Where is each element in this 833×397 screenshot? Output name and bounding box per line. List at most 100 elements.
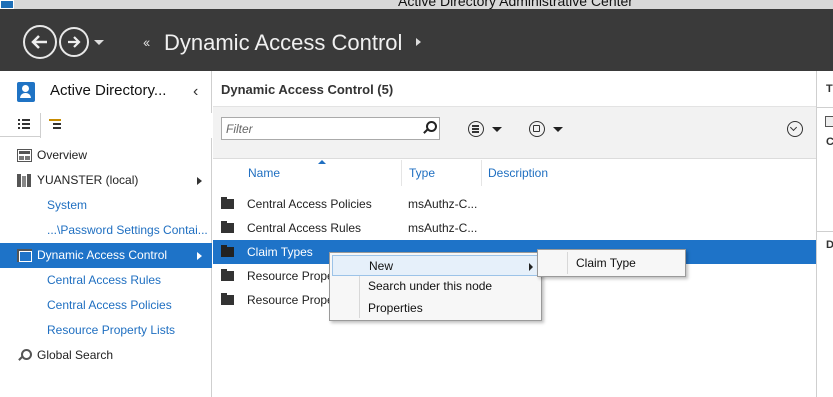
nav-item-label: Overview bbox=[37, 148, 88, 162]
search-icon bbox=[17, 349, 32, 362]
menu-item-label: New bbox=[369, 259, 394, 273]
title-bar: Active Directory Administrative Center bbox=[0, 0, 833, 9]
list-options-icon bbox=[468, 121, 484, 137]
item-type: msAuthz-C... bbox=[408, 221, 478, 235]
menu-item-label: Claim Type bbox=[576, 256, 636, 270]
collapse-pane-icon[interactable]: ‹ bbox=[193, 83, 198, 101]
save-query-button[interactable] bbox=[529, 121, 569, 137]
history-dropdown-icon[interactable] bbox=[94, 40, 104, 45]
nav-item-global-search[interactable]: Global Search bbox=[0, 343, 212, 368]
item-name: Central Access Rules bbox=[247, 221, 362, 235]
column-header-row: Name Type Description bbox=[213, 160, 816, 188]
filter-box bbox=[221, 117, 440, 140]
window-title: Active Directory Administrative Center bbox=[398, 0, 633, 9]
filter-input[interactable] bbox=[223, 119, 413, 138]
menu-item-label: Search under this node bbox=[368, 279, 493, 293]
breadcrumb-back-icon[interactable]: ‹‹ bbox=[143, 34, 150, 50]
context-menu-item-new[interactable]: New bbox=[332, 255, 539, 276]
item-name: Claim Types bbox=[247, 245, 313, 259]
column-header-name[interactable]: Name bbox=[248, 166, 280, 180]
nav-item-label: Dynamic Access Control bbox=[37, 248, 168, 262]
nav-item-label: System bbox=[47, 198, 88, 212]
column-divider[interactable] bbox=[401, 160, 402, 186]
nav-item-label: Global Search bbox=[37, 348, 114, 362]
context-submenu: Claim Type bbox=[537, 249, 686, 277]
expand-arrow-icon[interactable] bbox=[197, 177, 202, 185]
breadcrumb-next-icon[interactable] bbox=[416, 38, 421, 46]
expand-toolbar-icon[interactable] bbox=[787, 121, 803, 137]
list-options-button[interactable] bbox=[468, 121, 508, 137]
back-arrow-icon bbox=[31, 35, 47, 49]
item-name: Resource Prope bbox=[247, 293, 334, 307]
active-directory-icon bbox=[17, 82, 35, 102]
forward-button[interactable] bbox=[59, 27, 89, 57]
item-type: msAuthz-C... bbox=[408, 197, 478, 211]
navigation-header: ‹‹ Dynamic Access Control bbox=[0, 9, 833, 71]
context-menu-item-properties[interactable]: Properties bbox=[332, 298, 539, 319]
nav-item-label: Central Access Policies bbox=[47, 298, 172, 312]
breadcrumb-title[interactable]: Dynamic Access Control bbox=[164, 30, 402, 56]
item-name: Central Access Policies bbox=[247, 197, 372, 211]
domain-icon bbox=[17, 174, 32, 187]
back-button[interactable] bbox=[23, 25, 57, 59]
list-item[interactable]: Central Access Policies msAuthz-C... bbox=[213, 192, 816, 216]
nav-item-domain[interactable]: YUANSTER (local) bbox=[0, 168, 212, 193]
navigation-pane: Active Directory... ‹ Overview YUANSTER … bbox=[0, 71, 212, 397]
nav-item-label: Resource Property Lists bbox=[47, 323, 176, 337]
column-divider[interactable] bbox=[481, 160, 482, 186]
dac-icon bbox=[17, 249, 32, 262]
divider bbox=[817, 107, 833, 108]
nav-item-overview[interactable]: Overview bbox=[0, 143, 212, 168]
content-toolbar bbox=[213, 107, 816, 159]
nav-item-resource-property-lists[interactable]: Resource Property Lists bbox=[0, 318, 212, 343]
navigation-tree: Overview YUANSTER (local) System ...\Pas… bbox=[0, 143, 212, 368]
expand-arrow-icon[interactable] bbox=[197, 252, 202, 260]
content-header: Dynamic Access Control (5) bbox=[213, 71, 816, 107]
forward-arrow-icon bbox=[68, 36, 81, 48]
nav-item-label: ...\Password Settings Contai... bbox=[47, 223, 208, 237]
column-header-type[interactable]: Type bbox=[409, 166, 435, 180]
column-header-description[interactable]: Description bbox=[488, 166, 548, 180]
nav-item-central-access-rules[interactable]: Central Access Rules bbox=[0, 268, 212, 293]
submenu-item-claim-type[interactable]: Claim Type bbox=[540, 253, 683, 274]
chevron-down-icon bbox=[553, 127, 563, 132]
tasks-pane-section: C bbox=[826, 136, 833, 148]
nav-item-password-settings[interactable]: ...\Password Settings Contai... bbox=[0, 218, 212, 243]
tree-view-tab[interactable] bbox=[40, 113, 212, 138]
divider bbox=[817, 231, 833, 232]
submenu-arrow-icon bbox=[529, 263, 533, 271]
chevron-down-icon bbox=[492, 127, 502, 132]
tasks-pane-section: D bbox=[826, 239, 833, 251]
nav-item-dynamic-access-control[interactable]: Dynamic Access Control bbox=[0, 243, 212, 268]
view-tabs bbox=[0, 113, 212, 138]
item-name: Resource Prope bbox=[247, 269, 334, 283]
content-pane: Dynamic Access Control (5) Name Type D bbox=[213, 71, 816, 397]
navigation-pane-header: Active Directory... ‹ bbox=[0, 71, 212, 113]
nav-item-system[interactable]: System bbox=[0, 193, 212, 218]
properties-icon[interactable] bbox=[825, 116, 833, 127]
nav-item-label: Central Access Rules bbox=[47, 273, 162, 287]
overview-icon bbox=[17, 149, 32, 162]
save-query-icon bbox=[529, 121, 545, 137]
folder-icon bbox=[221, 197, 234, 209]
menu-item-label: Properties bbox=[368, 301, 423, 315]
nav-item-central-access-policies[interactable]: Central Access Policies bbox=[0, 293, 212, 318]
nav-item-label: YUANSTER (local) bbox=[37, 173, 139, 187]
folder-icon bbox=[221, 221, 234, 233]
list-item[interactable]: Central Access Rules msAuthz-C... bbox=[213, 216, 816, 240]
context-menu: New Search under this node Properties bbox=[329, 252, 542, 321]
list-view-tab-icon[interactable] bbox=[18, 118, 30, 130]
search-icon[interactable] bbox=[422, 121, 437, 135]
app-window: Active Directory Administrative Center ‹… bbox=[0, 0, 833, 397]
folder-icon bbox=[221, 269, 234, 281]
folder-icon bbox=[221, 245, 234, 257]
tasks-pane: T C D bbox=[816, 71, 833, 397]
context-menu-item-search-under-node[interactable]: Search under this node bbox=[332, 276, 539, 297]
tree-view-icon bbox=[49, 119, 61, 131]
sort-ascending-icon bbox=[318, 160, 326, 164]
navigation-pane-title: Active Directory... bbox=[50, 82, 167, 99]
app-icon bbox=[0, 0, 14, 9]
page-title: Dynamic Access Control (5) bbox=[221, 82, 394, 97]
folder-icon bbox=[221, 293, 234, 305]
tasks-pane-heading: T bbox=[826, 83, 833, 95]
